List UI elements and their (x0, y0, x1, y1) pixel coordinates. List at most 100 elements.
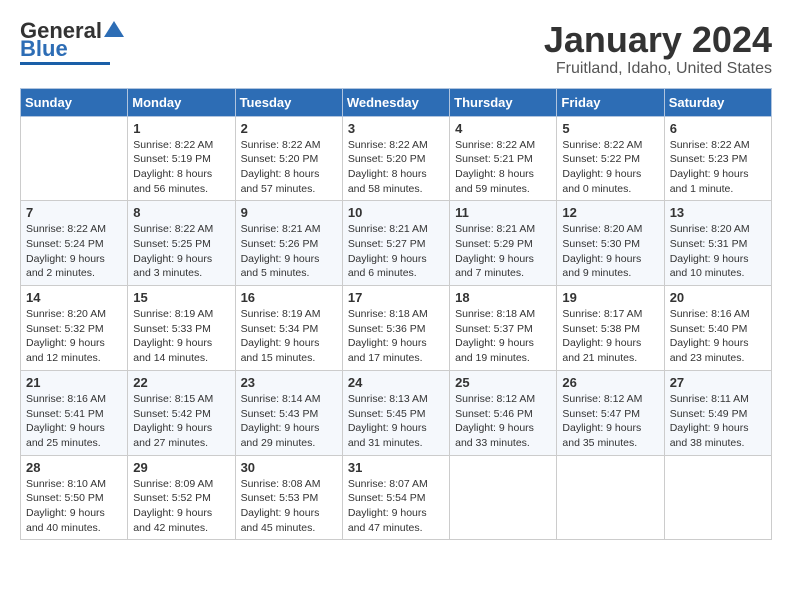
logo: General Blue (20, 20, 124, 65)
day-number: 30 (241, 460, 337, 475)
column-header-saturday: Saturday (664, 88, 771, 116)
day-info: Sunrise: 8:08 AM Sunset: 5:53 PM Dayligh… (241, 477, 337, 536)
column-header-friday: Friday (557, 88, 664, 116)
calendar-cell: 11 Sunrise: 8:21 AM Sunset: 5:29 PM Dayli… (450, 201, 557, 286)
calendar-cell: 15Sunrise: 8:19 AM Sunset: 5:33 PM Dayli… (128, 286, 235, 371)
day-number: 7 (26, 205, 122, 220)
calendar-cell: 6 Sunrise: 8:22 AM Sunset: 5:23 PM Daylig… (664, 116, 771, 201)
day-info: Sunrise: 8:22 AM Sunset: 5:20 PM Dayligh… (241, 138, 337, 197)
day-number: 31 (348, 460, 444, 475)
day-number: 25 (455, 375, 551, 390)
day-info: Sunrise: 8:21 AM Sunset: 5:29 PM Dayligh… (455, 222, 551, 281)
day-number: 24 (348, 375, 444, 390)
week-row-4: 21Sunrise: 8:16 AM Sunset: 5:41 PM Dayli… (21, 370, 772, 455)
day-number: 8 (133, 205, 229, 220)
calendar-table: SundayMondayTuesdayWednesdayThursdayFrid… (20, 88, 772, 541)
day-number: 11 (455, 205, 551, 220)
day-info: Sunrise: 8:12 AM Sunset: 5:47 PM Dayligh… (562, 392, 658, 451)
day-number: 1 (133, 121, 229, 136)
week-row-3: 14 Sunrise: 8:20 AM Sunset: 5:32 PM Dayli… (21, 286, 772, 371)
day-info: Sunrise: 8:13 AM Sunset: 5:45 PM Dayligh… (348, 392, 444, 451)
calendar-cell: 18 Sunrise: 8:18 AM Sunset: 5:37 PM Dayli… (450, 286, 557, 371)
day-info: Sunrise: 8:22 AM Sunset: 5:24 PM Dayligh… (26, 222, 122, 281)
calendar-cell: 2 Sunrise: 8:22 AM Sunset: 5:20 PM Daylig… (235, 116, 342, 201)
logo-divider (20, 62, 110, 65)
page-header: General Blue January 2024 Fruitland, Ida… (20, 20, 772, 78)
calendar-cell: 5 Sunrise: 8:22 AM Sunset: 5:22 PM Daylig… (557, 116, 664, 201)
column-header-tuesday: Tuesday (235, 88, 342, 116)
calendar-cell (664, 455, 771, 540)
day-number: 28 (26, 460, 122, 475)
day-info: Sunrise: 8:21 AM Sunset: 5:26 PM Dayligh… (241, 222, 337, 281)
day-number: 26 (562, 375, 658, 390)
day-info: Sunrise: 8:16 AM Sunset: 5:41 PM Dayligh… (26, 392, 122, 451)
day-number: 6 (670, 121, 766, 136)
week-row-1: 1 Sunrise: 8:22 AM Sunset: 5:19 PM Daylig… (21, 116, 772, 201)
day-info: Sunrise: 8:22 AM Sunset: 5:23 PM Dayligh… (670, 138, 766, 197)
calendar-cell: 9 Sunrise: 8:21 AM Sunset: 5:26 PM Daylig… (235, 201, 342, 286)
day-info: Sunrise: 8:20 AM Sunset: 5:31 PM Dayligh… (670, 222, 766, 281)
day-number: 9 (241, 205, 337, 220)
column-header-wednesday: Wednesday (342, 88, 449, 116)
header-row: SundayMondayTuesdayWednesdayThursdayFrid… (21, 88, 772, 116)
day-info: Sunrise: 8:22 AM Sunset: 5:19 PM Dayligh… (133, 138, 229, 197)
day-info: Sunrise: 8:10 AM Sunset: 5:50 PM Dayligh… (26, 477, 122, 536)
calendar-cell: 21Sunrise: 8:16 AM Sunset: 5:41 PM Dayli… (21, 370, 128, 455)
day-number: 2 (241, 121, 337, 136)
day-info: Sunrise: 8:17 AM Sunset: 5:38 PM Dayligh… (562, 307, 658, 366)
day-info: Sunrise: 8:07 AM Sunset: 5:54 PM Dayligh… (348, 477, 444, 536)
calendar-cell: 10 Sunrise: 8:21 AM Sunset: 5:27 PM Dayli… (342, 201, 449, 286)
day-info: Sunrise: 8:14 AM Sunset: 5:43 PM Dayligh… (241, 392, 337, 451)
day-info: Sunrise: 8:21 AM Sunset: 5:27 PM Dayligh… (348, 222, 444, 281)
day-number: 29 (133, 460, 229, 475)
calendar-cell: 8Sunrise: 8:22 AM Sunset: 5:25 PM Daylig… (128, 201, 235, 286)
calendar-cell: 24 Sunrise: 8:13 AM Sunset: 5:45 PM Dayli… (342, 370, 449, 455)
calendar-cell: 27 Sunrise: 8:11 AM Sunset: 5:49 PM Dayli… (664, 370, 771, 455)
day-info: Sunrise: 8:11 AM Sunset: 5:49 PM Dayligh… (670, 392, 766, 451)
day-number: 27 (670, 375, 766, 390)
calendar-cell: 12Sunrise: 8:20 AM Sunset: 5:30 PM Dayli… (557, 201, 664, 286)
day-number: 20 (670, 290, 766, 305)
day-number: 5 (562, 121, 658, 136)
calendar-cell: 28 Sunrise: 8:10 AM Sunset: 5:50 PM Dayli… (21, 455, 128, 540)
calendar-cell: 17 Sunrise: 8:18 AM Sunset: 5:36 PM Dayli… (342, 286, 449, 371)
calendar-cell (557, 455, 664, 540)
day-info: Sunrise: 8:19 AM Sunset: 5:34 PM Dayligh… (241, 307, 337, 366)
calendar-cell: 22 Sunrise: 8:15 AM Sunset: 5:42 PM Dayli… (128, 370, 235, 455)
calendar-cell: 25Sunrise: 8:12 AM Sunset: 5:46 PM Dayli… (450, 370, 557, 455)
calendar-cell (21, 116, 128, 201)
day-info: Sunrise: 8:22 AM Sunset: 5:21 PM Dayligh… (455, 138, 551, 197)
day-number: 10 (348, 205, 444, 220)
logo-icon (104, 19, 124, 39)
calendar-cell: 31 Sunrise: 8:07 AM Sunset: 5:54 PM Dayli… (342, 455, 449, 540)
day-info: Sunrise: 8:16 AM Sunset: 5:40 PM Dayligh… (670, 307, 766, 366)
day-number: 19 (562, 290, 658, 305)
column-header-sunday: Sunday (21, 88, 128, 116)
day-info: Sunrise: 8:22 AM Sunset: 5:22 PM Dayligh… (562, 138, 658, 197)
calendar-cell: 16Sunrise: 8:19 AM Sunset: 5:34 PM Dayli… (235, 286, 342, 371)
day-info: Sunrise: 8:20 AM Sunset: 5:32 PM Dayligh… (26, 307, 122, 366)
day-info: Sunrise: 8:18 AM Sunset: 5:36 PM Dayligh… (348, 307, 444, 366)
day-number: 18 (455, 290, 551, 305)
day-number: 22 (133, 375, 229, 390)
day-info: Sunrise: 8:20 AM Sunset: 5:30 PM Dayligh… (562, 222, 658, 281)
column-header-monday: Monday (128, 88, 235, 116)
calendar-cell: 13Sunrise: 8:20 AM Sunset: 5:31 PM Dayli… (664, 201, 771, 286)
calendar-cell: 4 Sunrise: 8:22 AM Sunset: 5:21 PM Daylig… (450, 116, 557, 201)
logo-subtext: Blue (20, 38, 68, 60)
day-info: Sunrise: 8:15 AM Sunset: 5:42 PM Dayligh… (133, 392, 229, 451)
day-number: 15 (133, 290, 229, 305)
title-block: January 2024 Fruitland, Idaho, United St… (544, 20, 772, 78)
day-info: Sunrise: 8:18 AM Sunset: 5:37 PM Dayligh… (455, 307, 551, 366)
day-info: Sunrise: 8:22 AM Sunset: 5:20 PM Dayligh… (348, 138, 444, 197)
calendar-cell: 3Sunrise: 8:22 AM Sunset: 5:20 PM Daylig… (342, 116, 449, 201)
calendar-subtitle: Fruitland, Idaho, United States (544, 60, 772, 78)
day-number: 17 (348, 290, 444, 305)
calendar-cell: 23 Sunrise: 8:14 AM Sunset: 5:43 PM Dayli… (235, 370, 342, 455)
calendar-cell: 7 Sunrise: 8:22 AM Sunset: 5:24 PM Daylig… (21, 201, 128, 286)
day-number: 23 (241, 375, 337, 390)
day-number: 4 (455, 121, 551, 136)
day-number: 14 (26, 290, 122, 305)
calendar-cell: 29Sunrise: 8:09 AM Sunset: 5:52 PM Dayli… (128, 455, 235, 540)
week-row-5: 28 Sunrise: 8:10 AM Sunset: 5:50 PM Dayli… (21, 455, 772, 540)
